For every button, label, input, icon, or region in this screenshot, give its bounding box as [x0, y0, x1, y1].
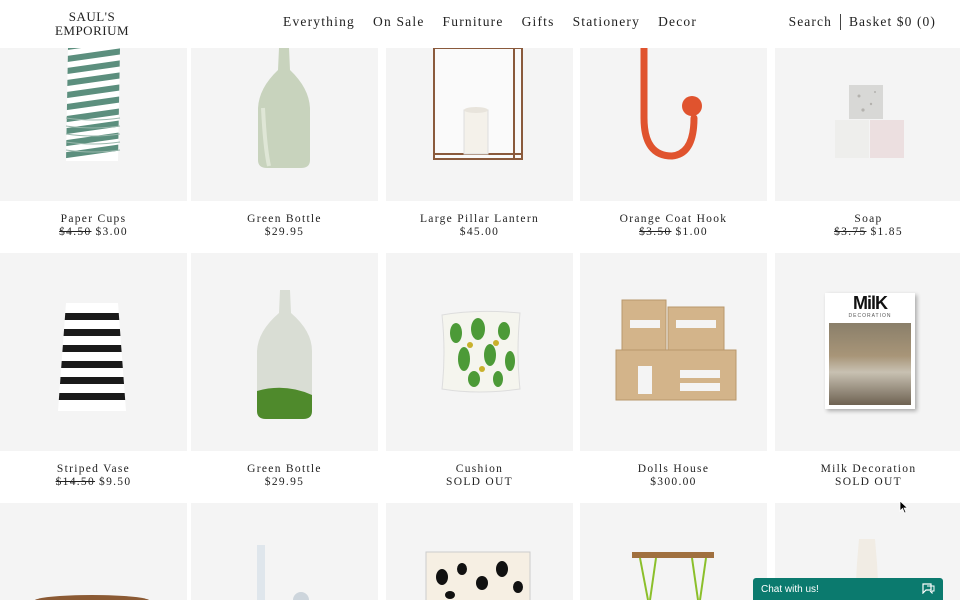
product-price: $29.95 — [264, 226, 305, 238]
product-name: Green Bottle — [247, 463, 322, 475]
chat-widget-button[interactable]: Chat with us! — [753, 578, 943, 600]
product-price: $45.00 — [459, 226, 500, 238]
product-caption[interactable]: Green Bottle $29.95 — [191, 213, 378, 239]
product-image[interactable] — [580, 503, 767, 600]
old-price: $4.50 — [59, 226, 92, 238]
green-bottle-image — [258, 48, 310, 168]
old-price: $14.50 — [55, 476, 96, 488]
product-price: $3.50 $1.00 — [580, 226, 767, 239]
soap-image — [835, 85, 904, 158]
product-image[interactable] — [0, 48, 187, 201]
old-price: $3.75 — [834, 226, 867, 238]
basket-link[interactable]: Basket $0 (0) — [849, 14, 936, 30]
product-caption[interactable]: Striped Vase $14.50 $9.50 — [0, 463, 187, 489]
product-caption[interactable]: Orange Coat Hook $3.50 $1.00 — [580, 213, 767, 239]
product-name: Soap — [854, 213, 883, 225]
striped-vase-image — [58, 303, 126, 411]
utility-links: Search Basket $0 (0) — [789, 14, 936, 30]
divider — [839, 14, 841, 30]
wooden-bowl-image — [34, 595, 150, 600]
nav-item-decor[interactable]: Decor — [658, 14, 697, 30]
product-image[interactable] — [386, 503, 573, 600]
nav-item-on-sale[interactable]: On Sale — [373, 14, 425, 30]
product-caption[interactable]: Green Bottle $29.95 — [191, 463, 378, 489]
product-caption[interactable]: Dolls House $300.00 — [580, 463, 767, 489]
logo-line-1: SAUL'S — [68, 9, 116, 24]
product-name: Milk Decoration — [820, 463, 917, 475]
product-image[interactable] — [386, 253, 573, 451]
nav-item-furniture[interactable]: Furniture — [443, 14, 504, 30]
lantern-image — [433, 48, 523, 160]
sale-price: $1.00 — [675, 226, 708, 238]
product-price: $300.00 — [650, 476, 697, 488]
side-table-image — [632, 552, 714, 600]
logo-line-2: EMPORIUM — [54, 23, 130, 38]
cactus-cushion-image — [441, 310, 521, 393]
nav-item-gifts[interactable]: Gifts — [522, 14, 555, 30]
product-image[interactable]: MilK DECORATION — [775, 253, 960, 451]
nav-item-everything[interactable]: Everything — [283, 14, 355, 30]
old-price: $3.50 — [639, 226, 672, 238]
chat-bubble-icon — [921, 582, 935, 597]
product-image[interactable] — [580, 48, 767, 201]
magazine-title: MilK — [853, 293, 888, 313]
product-image[interactable] — [386, 48, 573, 201]
sale-price: $9.50 — [99, 476, 132, 488]
site-header: SAUL'S EMPORIUM Everything On Sale Furni… — [0, 0, 960, 48]
green-dipped-bottle-image — [257, 290, 312, 419]
sale-price: $1.85 — [870, 226, 903, 238]
product-caption[interactable]: Large Pillar Lantern $45.00 — [386, 213, 573, 239]
wall-hook-image — [257, 545, 309, 600]
site-logo[interactable]: SAUL'S EMPORIUM — [54, 10, 130, 38]
magazine-cover-photo — [829, 323, 911, 405]
product-image[interactable] — [0, 253, 187, 451]
product-image[interactable] — [0, 503, 187, 600]
product-image[interactable] — [191, 503, 378, 600]
product-image[interactable] — [191, 48, 378, 201]
product-name: Paper Cups — [60, 213, 127, 225]
product-name: Orange Coat Hook — [619, 213, 728, 225]
product-name: Large Pillar Lantern — [419, 213, 540, 225]
main-nav: Everything On Sale Furniture Gifts Stati… — [283, 14, 715, 30]
product-name: Cushion — [455, 463, 504, 475]
chat-label: Chat with us! — [761, 583, 819, 595]
product-price: $3.75 $1.85 — [775, 226, 960, 239]
magazine-subtitle: DECORATION — [848, 313, 892, 319]
product-image[interactable] — [775, 48, 960, 201]
product-price: SOLD OUT — [835, 476, 902, 488]
product-caption[interactable]: Paper Cups $4.50 $3.00 — [0, 213, 187, 239]
product-price: $4.50 $3.00 — [0, 226, 187, 239]
product-caption[interactable]: Cushion SOLD OUT — [386, 463, 573, 489]
spotted-box-image — [425, 551, 531, 600]
search-link[interactable]: Search — [789, 14, 832, 30]
product-image[interactable] — [580, 253, 767, 451]
product-price: $29.95 — [264, 476, 305, 488]
nav-item-stationery[interactable]: Stationery — [573, 14, 641, 30]
product-price: $14.50 $9.50 — [0, 476, 187, 489]
mouse-cursor-icon — [899, 500, 909, 519]
product-caption[interactable]: Soap $3.75 $1.85 — [775, 213, 960, 239]
product-image[interactable] — [191, 253, 378, 451]
striped-cups-image — [65, 48, 121, 161]
sale-price: $3.00 — [95, 226, 128, 238]
product-price: SOLD OUT — [446, 476, 513, 488]
product-name: Dolls House — [637, 463, 710, 475]
dolls-house-image — [615, 299, 737, 401]
coat-hook-image — [640, 48, 702, 160]
magazine-image: MilK DECORATION — [825, 293, 915, 409]
product-name: Striped Vase — [56, 463, 131, 475]
product-caption[interactable]: Milk Decoration SOLD OUT — [775, 463, 960, 489]
product-name: Green Bottle — [247, 213, 322, 225]
